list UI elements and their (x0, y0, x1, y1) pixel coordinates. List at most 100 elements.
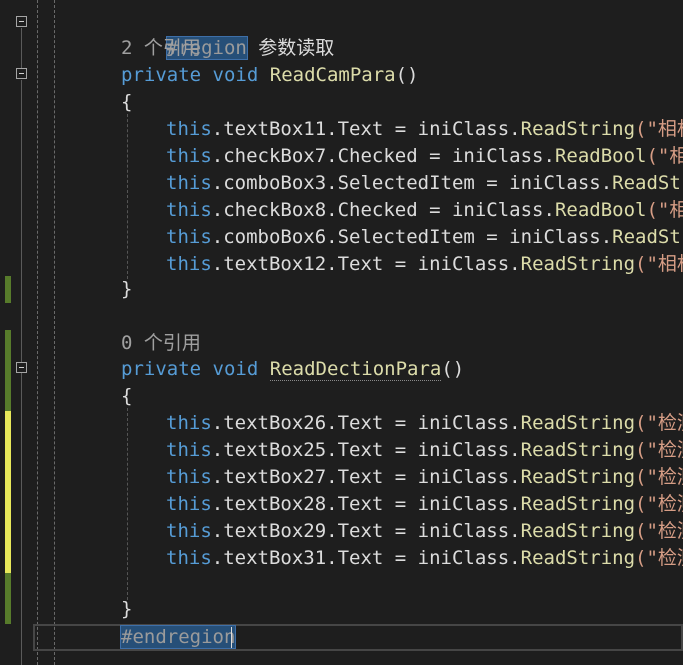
code-line[interactable]: this.textBox11.Text = iniClass.ReadStrin… (166, 116, 683, 143)
method-call: ReadString (520, 412, 636, 434)
keyword-private: private (121, 358, 202, 380)
open-brace: { (121, 91, 133, 113)
string-literal: ("相机参 (635, 253, 683, 275)
indent-guide (127, 408, 128, 600)
keyword-this: this (166, 226, 212, 248)
method-call: ReadString (520, 253, 636, 275)
code-editor[interactable]: #region 参数读取 2 个引用 private void ReadCamP… (0, 0, 683, 665)
close-brace: } (121, 278, 133, 300)
code-line[interactable]: this.textBox31.Text = iniClass.ReadStrin… (166, 545, 683, 572)
code-lens-references[interactable]: 2 个引用 (121, 35, 201, 62)
collapse-method-icon[interactable] (16, 362, 27, 373)
member-access: .textBox27.Text = iniClass. (211, 466, 521, 488)
reference-count[interactable]: 2 个引用 (121, 37, 201, 59)
region-title: 参数读取 (258, 37, 335, 59)
string-literal: ("检测参 (635, 520, 683, 542)
code-line[interactable]: this.textBox27.Text = iniClass.ReadStrin… (166, 464, 683, 491)
string-literal: ("检测参 (635, 439, 683, 461)
margin-separator (54, 0, 55, 665)
string-literal: ("检测参 (635, 466, 683, 488)
string-literal: ("检测参 (635, 412, 683, 434)
string-literal: ("检测参 (635, 547, 683, 569)
keyword-this: this (166, 118, 212, 140)
member-access: .textBox31.Text = iniClass. (211, 547, 521, 569)
keyword-this: this (166, 493, 212, 515)
keyword-this: this (166, 466, 212, 488)
method-call: ReadString (520, 466, 636, 488)
code-line[interactable]: this.textBox25.Text = iniClass.ReadStrin… (166, 437, 683, 464)
keyword-this: this (166, 520, 212, 542)
member-access: .comboBox6.SelectedItem = iniClass. (211, 226, 613, 248)
close-brace-line[interactable]: } (121, 276, 132, 303)
member-access: .comboBox3.SelectedItem = iniClass. (211, 172, 613, 194)
string-literal: ("相机参 (646, 145, 683, 167)
code-lens-references[interactable]: 0 个引用 (121, 330, 201, 357)
keyword-this: this (166, 253, 212, 275)
endregion-directive: #endregion (119, 625, 237, 649)
fold-line (21, 80, 22, 363)
keyword-void: void (212, 358, 259, 380)
margin-separator (37, 0, 38, 665)
code-line[interactable]: this.checkBox8.Checked = iniClass.ReadBo… (166, 197, 683, 224)
method-call: ReadString (520, 493, 636, 515)
member-access: .textBox26.Text = iniClass. (211, 412, 521, 434)
method-signature[interactable]: private void ReadDectionPara() (121, 356, 464, 383)
method-call: ReadString (520, 118, 636, 140)
saved-change-marker (5, 330, 11, 411)
keyword-this: this (166, 547, 212, 569)
member-access: .textBox25.Text = iniClass. (211, 439, 521, 461)
method-parens: () (395, 64, 419, 86)
method-signature[interactable]: private void ReadCamPara() (121, 62, 418, 89)
member-access: .checkBox7.Checked = iniClass. (211, 145, 555, 167)
saved-change-marker (5, 276, 11, 303)
unsaved-change-marker (5, 411, 11, 573)
keyword-this: this (166, 145, 212, 167)
code-line[interactable]: this.textBox26.Text = iniClass.ReadStrin… (166, 410, 683, 437)
keyword-void: void (212, 64, 259, 86)
keyword-this: this (166, 412, 212, 434)
method-call: ReadBool (554, 199, 647, 221)
member-access: .textBox29.Text = iniClass. (211, 520, 521, 542)
method-call: ReadString (612, 226, 683, 248)
method-call: ReadBool (554, 145, 647, 167)
method-call: ReadString (520, 439, 636, 461)
member-access: .checkBox8.Checked = iniClass. (211, 199, 555, 221)
fold-line (21, 373, 22, 665)
saved-change-marker (5, 573, 11, 624)
member-access: .textBox28.Text = iniClass. (211, 493, 521, 515)
region-end-line[interactable]: #endregion (119, 624, 237, 651)
keyword-private: private (121, 64, 202, 86)
code-line[interactable]: this.checkBox7.Checked = iniClass.ReadBo… (166, 143, 683, 170)
open-brace: { (121, 385, 133, 407)
method-call: ReadString (612, 172, 683, 194)
collapse-region-icon[interactable] (16, 16, 27, 27)
close-brace: } (121, 598, 133, 620)
code-line[interactable]: this.comboBox6.SelectedItem = iniClass.R… (166, 224, 683, 251)
indent-guide (127, 114, 128, 279)
keyword-this: this (166, 172, 212, 194)
reference-count[interactable]: 0 个引用 (121, 332, 201, 354)
close-brace-line[interactable]: } (121, 596, 132, 623)
code-line[interactable]: this.comboBox3.SelectedItem = iniClass.R… (166, 170, 683, 197)
method-name: ReadCamPara (269, 64, 396, 86)
region-start-line[interactable]: #region 参数读取 (121, 8, 334, 60)
open-brace-line[interactable]: { (121, 89, 132, 116)
code-line[interactable]: this.textBox12.Text = iniClass.ReadStrin… (166, 251, 683, 278)
code-line[interactable]: this.textBox28.Text = iniClass.ReadStrin… (166, 491, 683, 518)
string-literal: ("检测参 (635, 493, 683, 515)
method-name: ReadDectionPara (269, 358, 442, 381)
string-literal: ("相机参 (646, 199, 683, 221)
method-call: ReadString (520, 520, 636, 542)
method-parens: () (441, 358, 465, 380)
member-access: .textBox12.Text = iniClass. (211, 253, 521, 275)
keyword-this: this (166, 439, 212, 461)
open-brace-line[interactable]: { (121, 383, 132, 410)
string-literal: ("相机参 (635, 118, 683, 140)
fold-line (21, 28, 22, 69)
keyword-this: this (166, 199, 212, 221)
text-cursor (231, 627, 232, 648)
member-access: .textBox11.Text = iniClass. (211, 118, 521, 140)
code-line[interactable]: this.textBox29.Text = iniClass.ReadStrin… (166, 518, 683, 545)
collapse-method-icon[interactable] (16, 68, 27, 79)
method-call: ReadString (520, 547, 636, 569)
